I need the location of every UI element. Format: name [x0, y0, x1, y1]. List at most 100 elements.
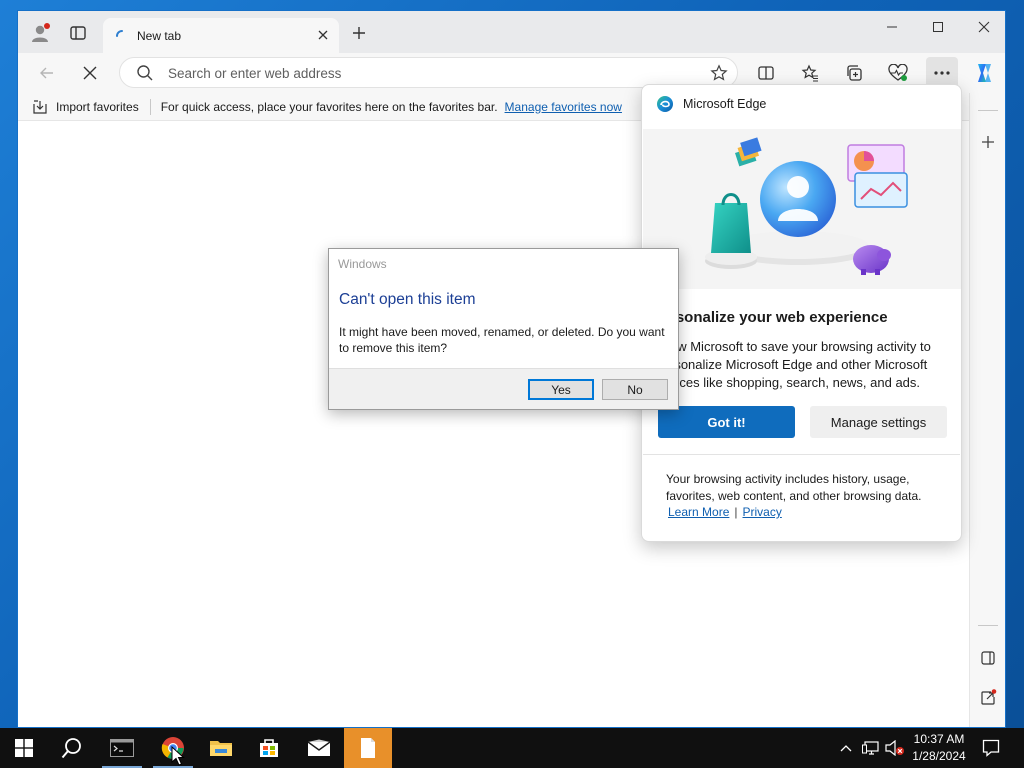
search-icon — [61, 738, 81, 759]
star-icon — [710, 64, 728, 81]
mouse-cursor-icon — [171, 746, 185, 766]
stop-loading-button[interactable] — [74, 57, 106, 89]
tab-actions-button[interactable] — [62, 17, 94, 49]
sidebar-rail — [969, 93, 1005, 727]
edge-logo-icon — [657, 96, 673, 112]
dialog-button-area: Yes No — [329, 368, 678, 409]
close-icon — [83, 66, 97, 80]
browsing-activity-note: Your browsing activity includes history,… — [666, 472, 922, 503]
notification-icon — [982, 739, 1000, 757]
volume-muted-icon — [885, 740, 904, 756]
taskbar-terminal[interactable] — [98, 728, 146, 768]
dialog-caption: Windows — [338, 257, 387, 271]
store-icon — [260, 739, 278, 757]
close-icon — [318, 30, 328, 40]
address-bar[interactable] — [119, 57, 738, 88]
edge-personalize-flyout: Microsoft Edge rsonalize your web experi… — [641, 84, 962, 542]
cant-open-item-dialog: Windows Can't open this item It might ha… — [328, 248, 679, 410]
minimize-button[interactable] — [869, 11, 915, 43]
search-icon — [137, 65, 153, 81]
search-button[interactable] — [48, 728, 96, 768]
clock-date: 1/28/2024 — [912, 749, 966, 763]
dialog-message: It might have been moved, renamed, or de… — [339, 325, 665, 355]
back-arrow-icon — [40, 67, 53, 79]
back-button[interactable] — [31, 57, 63, 89]
flyout-header: Microsoft Edge — [656, 95, 766, 113]
sidebar-icon — [981, 651, 995, 665]
privacy-link[interactable]: Privacy — [743, 505, 782, 519]
collections-icon — [847, 65, 862, 81]
chevron-up-icon — [840, 745, 852, 752]
import-icon — [33, 99, 47, 114]
personalization-illustration — [643, 129, 961, 289]
import-favorites-label: Import favorites — [56, 99, 139, 114]
taskbar: 10:37 AM 1/28/2024 — [0, 728, 1024, 768]
flyout-divider — [643, 454, 960, 455]
new-tab-button[interactable] — [343, 17, 375, 49]
copilot-button[interactable] — [968, 57, 1000, 89]
flyout-links: Learn More | Privacy — [668, 505, 782, 519]
profile-icon — [32, 23, 50, 42]
taskbar-file-explorer[interactable] — [197, 728, 245, 768]
taskbar-clock[interactable]: 10:37 AM 1/28/2024 — [906, 731, 972, 765]
start-button[interactable] — [0, 728, 48, 768]
plus-icon — [982, 136, 994, 148]
favorites-icon — [801, 64, 818, 82]
maximize-button[interactable] — [915, 11, 961, 43]
network-icon — [862, 741, 879, 755]
network-tray-button[interactable] — [860, 728, 882, 768]
flyout-title: rsonalize your web experience — [670, 309, 888, 326]
import-favorites-button[interactable]: Import favorites — [32, 99, 139, 115]
folder-icon — [210, 741, 232, 756]
dialog-heading: Can't open this item — [339, 291, 476, 308]
taskbar-microsoft-store[interactable] — [245, 728, 293, 768]
action-center-button[interactable] — [978, 728, 1004, 768]
clock-time: 10:37 AM — [913, 732, 965, 746]
show-hidden-icons-button[interactable] — [836, 728, 856, 768]
tab-strip: New tab — [18, 11, 1005, 53]
more-dots-icon — [934, 71, 950, 75]
maximize-icon — [933, 22, 943, 32]
favorites-bar-hint: For quick access, place your favorites h… — [160, 99, 498, 114]
plus-icon — [353, 27, 365, 39]
learn-more-link[interactable]: Learn More — [668, 505, 729, 519]
sidebar-settings-button[interactable] — [972, 718, 1004, 727]
windows-logo-icon — [15, 739, 33, 757]
favbar-divider — [149, 98, 151, 115]
rail-divider — [978, 625, 998, 626]
copilot-icon — [978, 64, 991, 82]
address-input[interactable] — [168, 64, 688, 82]
rail-divider — [978, 110, 998, 111]
profile-button[interactable] — [25, 17, 57, 49]
document-icon — [361, 738, 375, 758]
manage-favorites-link[interactable]: Manage favorites now — [505, 100, 622, 114]
loading-spinner-icon — [116, 29, 123, 37]
tab-actions-icon — [70, 26, 86, 40]
taskbar-notepad-active[interactable] — [344, 728, 392, 768]
close-window-button[interactable] — [961, 11, 1005, 43]
flyout-description: ow Microsoft to save your browsing activ… — [670, 339, 931, 390]
external-link-icon — [981, 689, 997, 705]
mail-icon — [307, 739, 331, 756]
got-it-button[interactable]: Got it! — [658, 406, 795, 438]
open-external-button[interactable] — [972, 682, 1004, 714]
add-sidebar-app-button[interactable] — [972, 126, 1004, 158]
manage-settings-button[interactable]: Manage settings — [810, 406, 947, 438]
no-button[interactable]: No — [602, 379, 668, 400]
heart-pulse-icon — [888, 64, 908, 81]
taskbar-mail[interactable] — [295, 728, 343, 768]
minimize-icon — [887, 26, 897, 28]
add-favorite-button[interactable] — [707, 61, 731, 85]
link-separator: | — [734, 505, 738, 519]
illustration-image — [705, 137, 908, 275]
flyout-app-name: Microsoft Edge — [683, 97, 767, 111]
volume-tray-button[interactable] — [884, 728, 906, 768]
tab-title: New tab — [137, 28, 182, 43]
tab-close-button[interactable] — [315, 27, 331, 43]
split-screen-icon — [758, 66, 774, 80]
yes-button[interactable]: Yes — [528, 379, 594, 400]
hide-sidebar-button[interactable] — [972, 642, 1004, 674]
command-prompt-icon — [110, 739, 134, 757]
close-icon — [978, 21, 990, 33]
tab-new-tab[interactable]: New tab — [103, 18, 339, 53]
